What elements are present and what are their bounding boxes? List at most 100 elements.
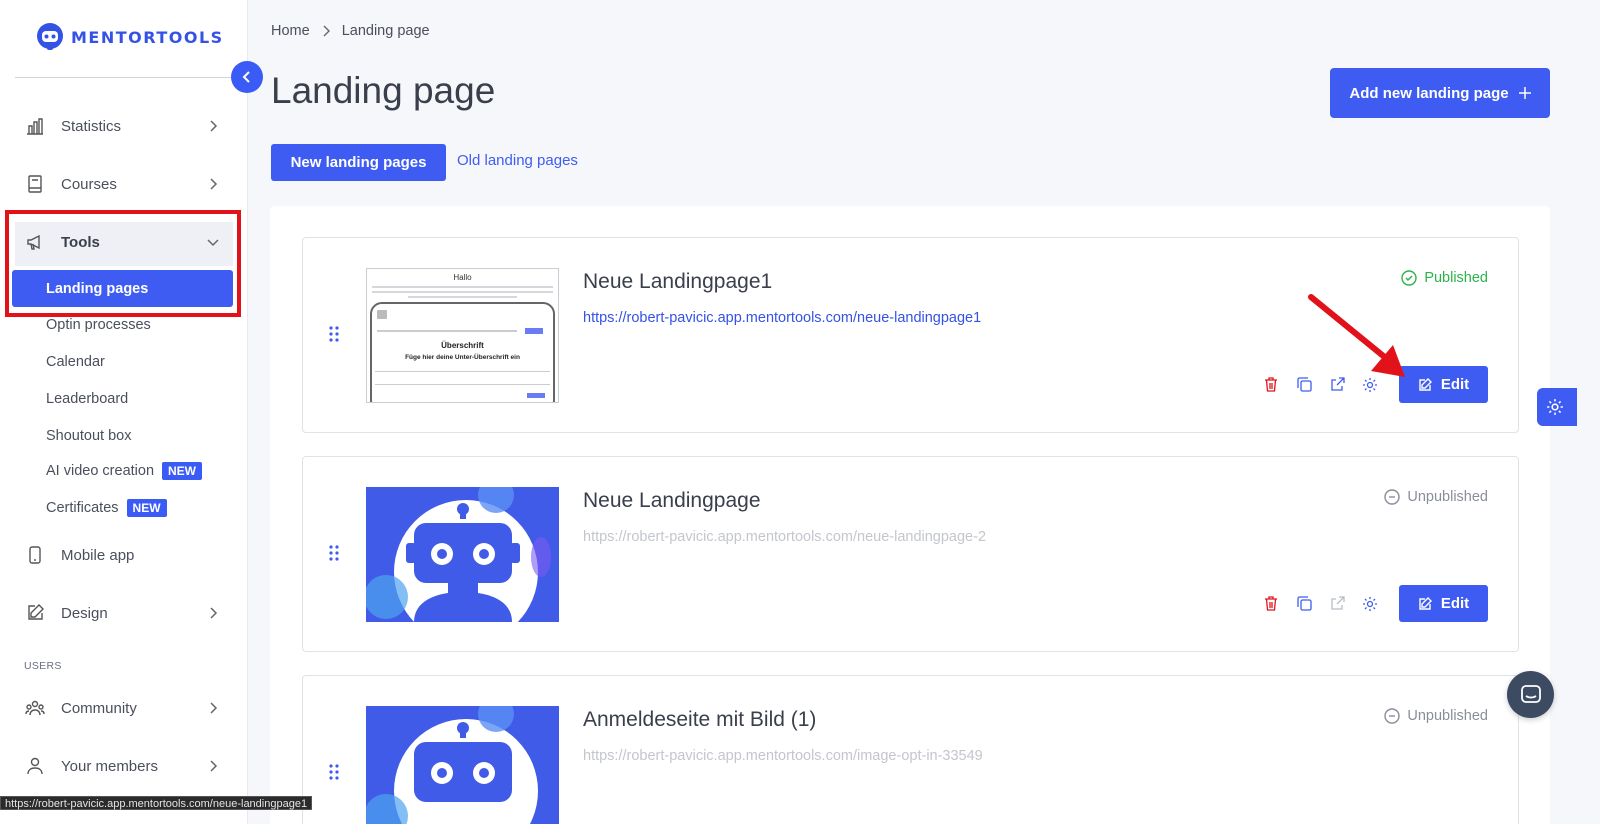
chevron-left-icon [242,71,250,83]
sidebar-subitem-label: Leaderboard [46,391,129,407]
sidebar-subitem-label: Certificates [46,500,119,516]
browser-status-bar: https://robert-pavicic.app.mentortools.c… [0,796,313,810]
tab-old-landing-pages[interactable]: Old landing pages [457,152,578,169]
delete-icon[interactable] [1263,377,1279,393]
bar-chart-icon [15,116,55,136]
gear-icon [1547,399,1563,415]
sidebar-item-mobile-app[interactable]: Mobile app [15,535,233,575]
external-link-icon [1329,596,1345,612]
book-icon [15,174,55,194]
minus-circle-icon [1384,708,1401,724]
pencil-square-icon [15,603,55,623]
landing-page-title: Neue Landingpage1 [583,270,773,293]
gear-icon[interactable] [1362,596,1378,612]
sidebar-subitem-label: Calendar [46,354,105,370]
chevron-right-icon [203,702,223,714]
divider [15,77,233,78]
chevron-right-icon [203,607,223,619]
sidebar-subitem-label: Optin processes [46,317,151,333]
status-badge: Unpublished [1384,489,1488,505]
red-arrow-annotation [1308,294,1405,377]
thumbnail-subheading: Überschrift [441,341,484,350]
landing-page-card: Neue Landingpage https://robert-pavicic.… [302,456,1519,652]
add-landing-page-button[interactable]: Add new landing page [1330,68,1550,118]
sidebar-subitem-ai-video-creation[interactable]: AI video creation NEW [46,462,203,480]
chevron-right-icon [203,120,223,132]
user-icon [15,756,55,776]
collapse-sidebar-button[interactable] [231,61,263,93]
chat-launcher-button[interactable] [1507,671,1554,718]
landing-page-title: Neue Landingpage [583,489,761,512]
landing-page-thumbnail[interactable]: Hallo Überschrift Füge hier deine Unter-… [366,268,559,403]
breadcrumb-current: Landing page [341,23,430,39]
sidebar-item-label: Courses [61,175,117,193]
chat-icon [1520,684,1541,703]
duplicate-icon[interactable] [1296,596,1312,612]
page-title: Landing page [271,70,496,111]
sidebar-item-your-members[interactable]: Your members [15,746,233,786]
thumbnail-text-lines [372,286,553,298]
check-circle-icon [1401,270,1418,286]
people-icon [15,698,55,718]
robot-thumbnail-icon [366,706,559,824]
sidebar-item-label: Design [61,604,108,622]
sidebar-subitem-shoutout-box[interactable]: Shoutout box [46,428,131,444]
sidebar-item-label: Your members [61,757,158,775]
sidebar-subitem-calendar[interactable]: Calendar [46,354,105,370]
sidebar-item-label: Mobile app [61,546,135,564]
thumbnail-preview: Hallo Überschrift Füge hier deine Unter-… [367,269,558,402]
thumbnail-subtitle: Füge hier deine Unter-Überschrift ein [405,354,520,361]
sidebar: MENTORTOOLS Statistics Courses Tools Lan… [0,0,248,824]
landing-page-url: https://robert-pavicic.app.mentortools.c… [583,748,983,764]
chevron-right-icon [203,760,223,772]
status-label: Published [1424,270,1488,286]
chevron-right-icon [323,25,330,37]
status-badge: Unpublished [1384,708,1488,724]
section-label-users: USERS [24,660,62,672]
landing-page-title: Anmeldeseite mit Bild (1) [583,708,817,731]
sidebar-item-label: Statistics [61,117,122,135]
logo[interactable]: MENTORTOOLS [35,22,224,52]
status-label: Unpublished [1407,489,1488,505]
sidebar-item-courses[interactable]: Courses [15,164,233,204]
landing-page-url[interactable]: https://robert-pavicic.app.mentortools.c… [583,310,981,326]
landing-page-thumbnail[interactable] [366,706,559,824]
landing-page-thumbnail[interactable] [366,487,559,622]
new-badge: NEW [162,462,203,480]
status-badge: Published [1401,270,1488,286]
breadcrumb: Home Landing page [271,23,430,39]
chevron-right-icon [203,178,223,190]
new-badge: NEW [126,499,167,517]
sidebar-subitem-leaderboard[interactable]: Leaderboard [46,391,128,407]
breadcrumb-home[interactable]: Home [271,23,310,39]
sidebar-item-community[interactable]: Community [15,688,233,728]
brand-name: MENTORTOOLS [71,27,224,47]
drag-handle-icon[interactable] [329,326,339,347]
edit-button[interactable]: Edit [1399,585,1488,622]
robot-thumbnail-icon [366,487,559,622]
tab-new-landing-pages[interactable]: New landing pages [271,144,446,181]
thumbnail-heading: Hallo [453,273,472,282]
landing-page-card: Anmeldeseite mit Bild (1) https://robert… [302,675,1519,824]
card-actions: Edit [1263,585,1488,622]
sidebar-item-statistics[interactable]: Statistics [15,106,233,146]
sidebar-item-label: Community [61,699,137,717]
sidebar-subitem-certificates[interactable]: Certificates NEW [46,499,167,517]
sidebar-item-design[interactable]: Design [15,593,233,633]
sidebar-subitem-label: AI video creation [46,463,155,479]
edit-icon [1419,377,1432,391]
edit-icon [1419,596,1432,610]
status-label: Unpublished [1407,708,1488,724]
sidebar-subitem-optin-processes[interactable]: Optin processes [46,317,151,333]
plus-icon [1518,87,1531,99]
smartphone-icon [15,545,55,565]
edit-label: Edit [1440,595,1470,612]
robot-logo-icon [37,23,63,50]
landing-page-url: https://robert-pavicic.app.mentortools.c… [583,529,987,545]
settings-side-tab[interactable] [1537,388,1577,426]
thumbnail-frame: Überschrift Füge hier deine Unter-Übersc… [370,302,555,402]
drag-handle-icon[interactable] [329,764,339,785]
drag-handle-icon[interactable] [329,545,339,566]
highlight-box [5,210,241,317]
delete-icon[interactable] [1263,596,1279,612]
